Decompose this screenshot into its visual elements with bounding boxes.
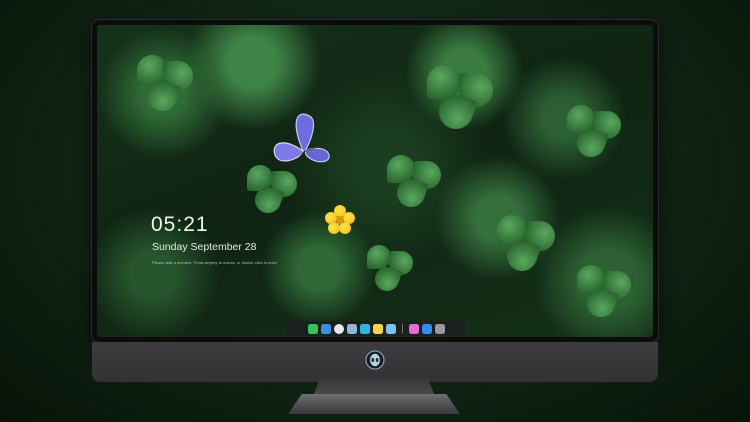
notes-icon[interactable] — [372, 323, 383, 334]
messages-icon[interactable] — [307, 323, 318, 334]
lockscreen-wallpaper: 05:21 Sunday September 28 Please wait a … — [97, 25, 653, 337]
finder-icon[interactable] — [320, 323, 331, 334]
itunes-icon[interactable] — [408, 323, 419, 334]
monitor-chin — [92, 342, 658, 382]
lockscreen-clock: 05:21 — [151, 213, 209, 236]
butterfly-image — [273, 113, 332, 172]
monitor-bezel: 05:21 Sunday September 28 Please wait a … — [92, 20, 658, 342]
unlock-hint: Please wait a moment. Press anykey to un… — [152, 260, 278, 265]
preview-icon[interactable] — [385, 323, 396, 334]
files-icon[interactable] — [346, 323, 357, 334]
imac-monitor: 05:21 Sunday September 28 Please wait a … — [92, 20, 658, 382]
dock — [287, 321, 465, 336]
lockscreen-date: Sunday September 28 — [152, 241, 257, 253]
alien-logo-icon — [365, 350, 385, 370]
camera-icon[interactable] — [434, 323, 445, 334]
dock-separator — [401, 324, 403, 333]
appstore-icon[interactable] — [421, 323, 432, 334]
monitor-stand-neck — [313, 378, 435, 396]
safari-icon[interactable] — [333, 323, 344, 334]
flower-image — [325, 205, 355, 235]
monitor-stand-base — [288, 394, 460, 414]
video-icon[interactable] — [359, 323, 370, 334]
